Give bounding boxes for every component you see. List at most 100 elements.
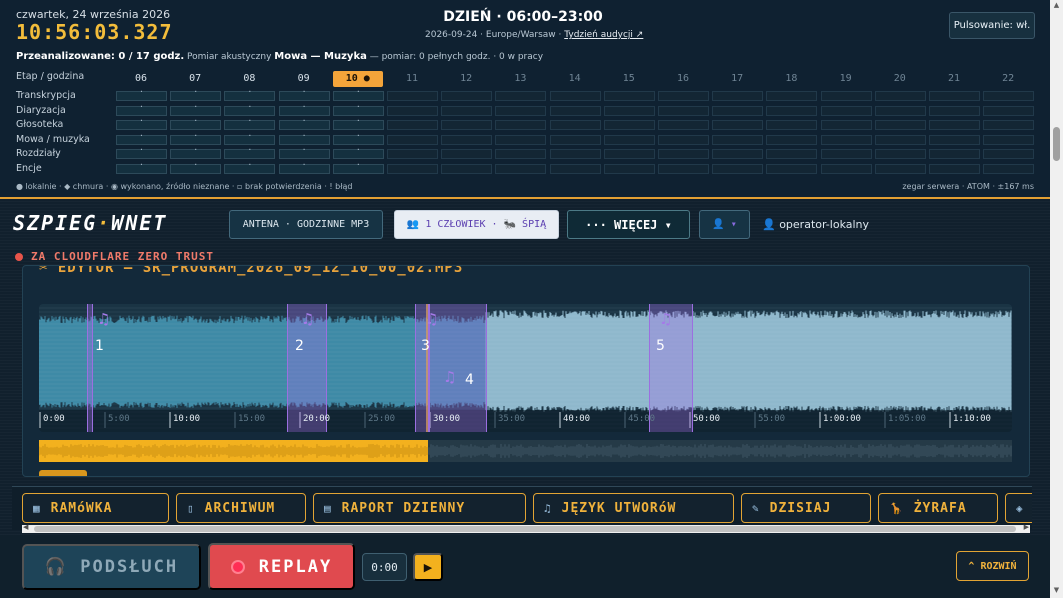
segment-marker[interactable] bbox=[87, 304, 93, 432]
stage-cell[interactable] bbox=[712, 91, 764, 101]
stage-cell[interactable] bbox=[332, 87, 384, 101]
stage-cell[interactable] bbox=[116, 116, 167, 131]
stage-cell[interactable] bbox=[766, 149, 818, 160]
stage-cell[interactable] bbox=[603, 91, 655, 101]
stage-cell[interactable] bbox=[766, 105, 818, 116]
stage-cell[interactable] bbox=[658, 149, 709, 160]
stage-cell[interactable] bbox=[766, 120, 818, 131]
stage-cell[interactable] bbox=[387, 164, 438, 174]
listen-button[interactable]: 🎧 PODSŁUCH bbox=[22, 544, 201, 590]
stage-cell[interactable] bbox=[549, 120, 601, 131]
more-menu-button[interactable]: ··· WIĘCEJ ▾ bbox=[567, 210, 690, 239]
stage-cell[interactable] bbox=[387, 105, 438, 116]
stage-cell[interactable] bbox=[278, 87, 330, 101]
nav-button[interactable]: ▦ RAMóWKA bbox=[22, 493, 169, 523]
stage-cell[interactable] bbox=[387, 134, 438, 145]
stage-cell[interactable] bbox=[224, 87, 276, 101]
expand-button[interactable]: ^ ROZWIŃ bbox=[956, 551, 1029, 581]
stage-cell[interactable] bbox=[387, 149, 438, 160]
stage-cell[interactable] bbox=[387, 91, 438, 101]
stage-cell[interactable] bbox=[170, 102, 222, 116]
stage-cell[interactable] bbox=[278, 145, 330, 160]
stage-cell[interactable] bbox=[170, 145, 222, 160]
stage-cell[interactable] bbox=[983, 149, 1035, 160]
stage-cell[interactable] bbox=[766, 134, 818, 145]
stage-cell[interactable] bbox=[441, 164, 493, 174]
stage-cell[interactable] bbox=[278, 102, 330, 116]
nav-button[interactable]: ▤ RAPORT DZIENNY bbox=[313, 493, 526, 523]
stage-cell[interactable] bbox=[332, 102, 384, 116]
waveform[interactable]: ♫ ♫ ♫ ♫ ♫ 1 2 3 4 5 0:00 5:00 10:00 15:00 20… bbox=[39, 304, 1012, 432]
playback-progress-bar[interactable] bbox=[39, 440, 1012, 462]
stage-cell[interactable] bbox=[495, 120, 547, 131]
stage-cell[interactable] bbox=[820, 91, 872, 101]
nav-button[interactable]: 🦒 ŻYRAFA bbox=[878, 493, 998, 523]
stage-cell[interactable] bbox=[549, 105, 601, 116]
stage-cell[interactable] bbox=[820, 105, 872, 116]
stage-cell[interactable] bbox=[874, 105, 926, 116]
stage-cell[interactable] bbox=[116, 102, 167, 116]
stage-cell[interactable] bbox=[278, 131, 330, 145]
stage-cell[interactable] bbox=[820, 149, 872, 160]
stage-cell[interactable] bbox=[820, 134, 872, 145]
stage-cell[interactable] bbox=[441, 91, 493, 101]
stage-cell[interactable] bbox=[658, 105, 709, 116]
stage-cell[interactable] bbox=[983, 164, 1035, 174]
week-broadcast-link[interactable]: Tydzień audycji ↗ bbox=[564, 30, 643, 40]
replay-button[interactable]: REPLAY bbox=[208, 543, 355, 590]
navbar-scrollbar[interactable]: ◀ ▶ bbox=[22, 523, 1030, 533]
stage-cell[interactable] bbox=[712, 105, 764, 116]
stage-cell[interactable] bbox=[929, 105, 980, 116]
stage-cell[interactable] bbox=[224, 160, 276, 174]
stage-cell[interactable] bbox=[874, 164, 926, 174]
stage-cell[interactable] bbox=[495, 105, 547, 116]
stage-cell[interactable] bbox=[766, 164, 818, 174]
stage-cell[interactable] bbox=[983, 120, 1035, 131]
scroll-up-icon[interactable]: ▲ bbox=[1051, 1, 1062, 11]
scroll-down-icon[interactable]: ▼ bbox=[1051, 586, 1062, 596]
antenna-source-button[interactable]: ANTENA · GODZINNE MP3 bbox=[229, 210, 383, 239]
stage-cell[interactable] bbox=[170, 131, 222, 145]
stage-cell[interactable] bbox=[549, 134, 601, 145]
scroll-left-icon[interactable]: ◀ bbox=[23, 523, 28, 531]
navbar-scroll-thumb[interactable] bbox=[34, 526, 1016, 532]
stage-cell[interactable] bbox=[441, 149, 493, 160]
stage-cell[interactable] bbox=[874, 91, 926, 101]
stage-cell[interactable] bbox=[170, 160, 222, 174]
stage-cell[interactable] bbox=[983, 105, 1035, 116]
stage-cell[interactable] bbox=[278, 116, 330, 131]
stage-cell[interactable] bbox=[387, 120, 438, 131]
stage-cell[interactable] bbox=[116, 160, 167, 174]
nav-button[interactable]: ▯ ARCHIWUM bbox=[176, 493, 306, 523]
stage-cell[interactable] bbox=[603, 134, 655, 145]
editor-tab-handle[interactable] bbox=[39, 470, 87, 476]
waveform-svg[interactable] bbox=[39, 304, 1012, 432]
stage-cell[interactable] bbox=[712, 149, 764, 160]
stage-cell[interactable] bbox=[332, 145, 384, 160]
stage-cell[interactable] bbox=[603, 149, 655, 160]
page-scrollbar[interactable] bbox=[1050, 0, 1063, 598]
stage-cell[interactable] bbox=[332, 116, 384, 131]
stage-cell[interactable] bbox=[603, 164, 655, 174]
pulse-toggle-button[interactable]: Pulsowanie: wł. bbox=[949, 12, 1035, 39]
stage-cell[interactable] bbox=[441, 120, 493, 131]
stage-cell[interactable] bbox=[929, 134, 980, 145]
stage-cell[interactable] bbox=[766, 91, 818, 101]
stage-cell[interactable] bbox=[495, 149, 547, 160]
stage-cell[interactable] bbox=[495, 164, 547, 174]
page-scroll-thumb[interactable] bbox=[1053, 127, 1060, 161]
stage-cell[interactable] bbox=[495, 134, 547, 145]
stage-cell[interactable] bbox=[549, 164, 601, 174]
stage-cell[interactable] bbox=[658, 134, 709, 145]
stage-cell[interactable] bbox=[929, 120, 980, 131]
nav-button[interactable]: ✎ DZISIAJ bbox=[741, 493, 871, 523]
stage-cell[interactable] bbox=[983, 91, 1035, 101]
scroll-right-icon[interactable]: ▶ bbox=[1024, 523, 1029, 531]
stage-cell[interactable] bbox=[929, 149, 980, 160]
stage-cell[interactable] bbox=[116, 145, 167, 160]
stage-cell[interactable] bbox=[874, 120, 926, 131]
stage-cell[interactable] bbox=[224, 145, 276, 160]
stage-cell[interactable] bbox=[658, 164, 709, 174]
stage-cell[interactable] bbox=[929, 91, 980, 101]
stage-cell[interactable] bbox=[712, 134, 764, 145]
